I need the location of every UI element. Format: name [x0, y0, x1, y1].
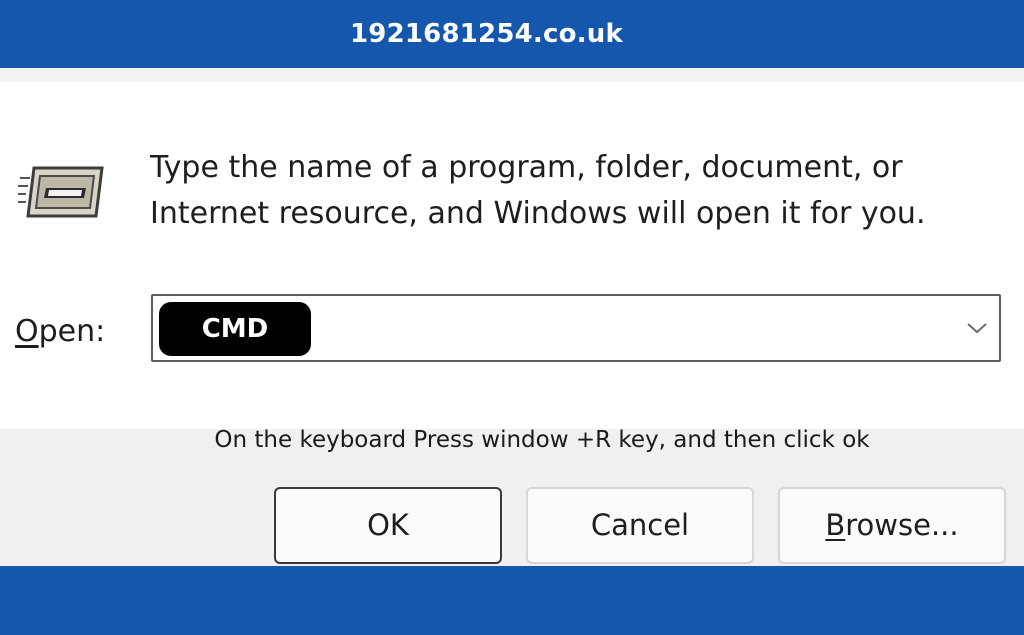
open-input-value[interactable]: CMD: [159, 302, 311, 356]
cancel-button[interactable]: Cancel: [526, 487, 754, 564]
instruction-hint: On the keyboard Press window +R key, and…: [214, 427, 870, 453]
run-program-icon: [18, 166, 104, 218]
banner-gap: [0, 68, 1024, 82]
instruction-line-1: Type the name of a program, folder, docu…: [150, 150, 903, 185]
run-dialog-body: [0, 82, 1024, 429]
open-label-text: pen:: [38, 314, 106, 349]
browse-mnemonic: B: [825, 508, 846, 542]
top-banner: 1921681254.co.uk: [0, 0, 1024, 68]
browse-button[interactable]: Browse...: [778, 487, 1006, 564]
bottom-banner: [0, 566, 1024, 635]
open-combobox[interactable]: CMD: [151, 294, 1001, 362]
instruction-line-2: Internet resource, and Windows will open…: [150, 196, 926, 231]
site-title: 1921681254.co.uk: [350, 19, 623, 49]
ok-button[interactable]: OK: [274, 487, 502, 564]
chevron-down-icon[interactable]: [965, 320, 989, 336]
browse-label: rowse...: [845, 508, 959, 542]
open-label-mnemonic: O: [15, 314, 39, 349]
instruction-text: Type the name of a program, folder, docu…: [150, 145, 1010, 237]
open-label: Open:: [15, 310, 105, 354]
